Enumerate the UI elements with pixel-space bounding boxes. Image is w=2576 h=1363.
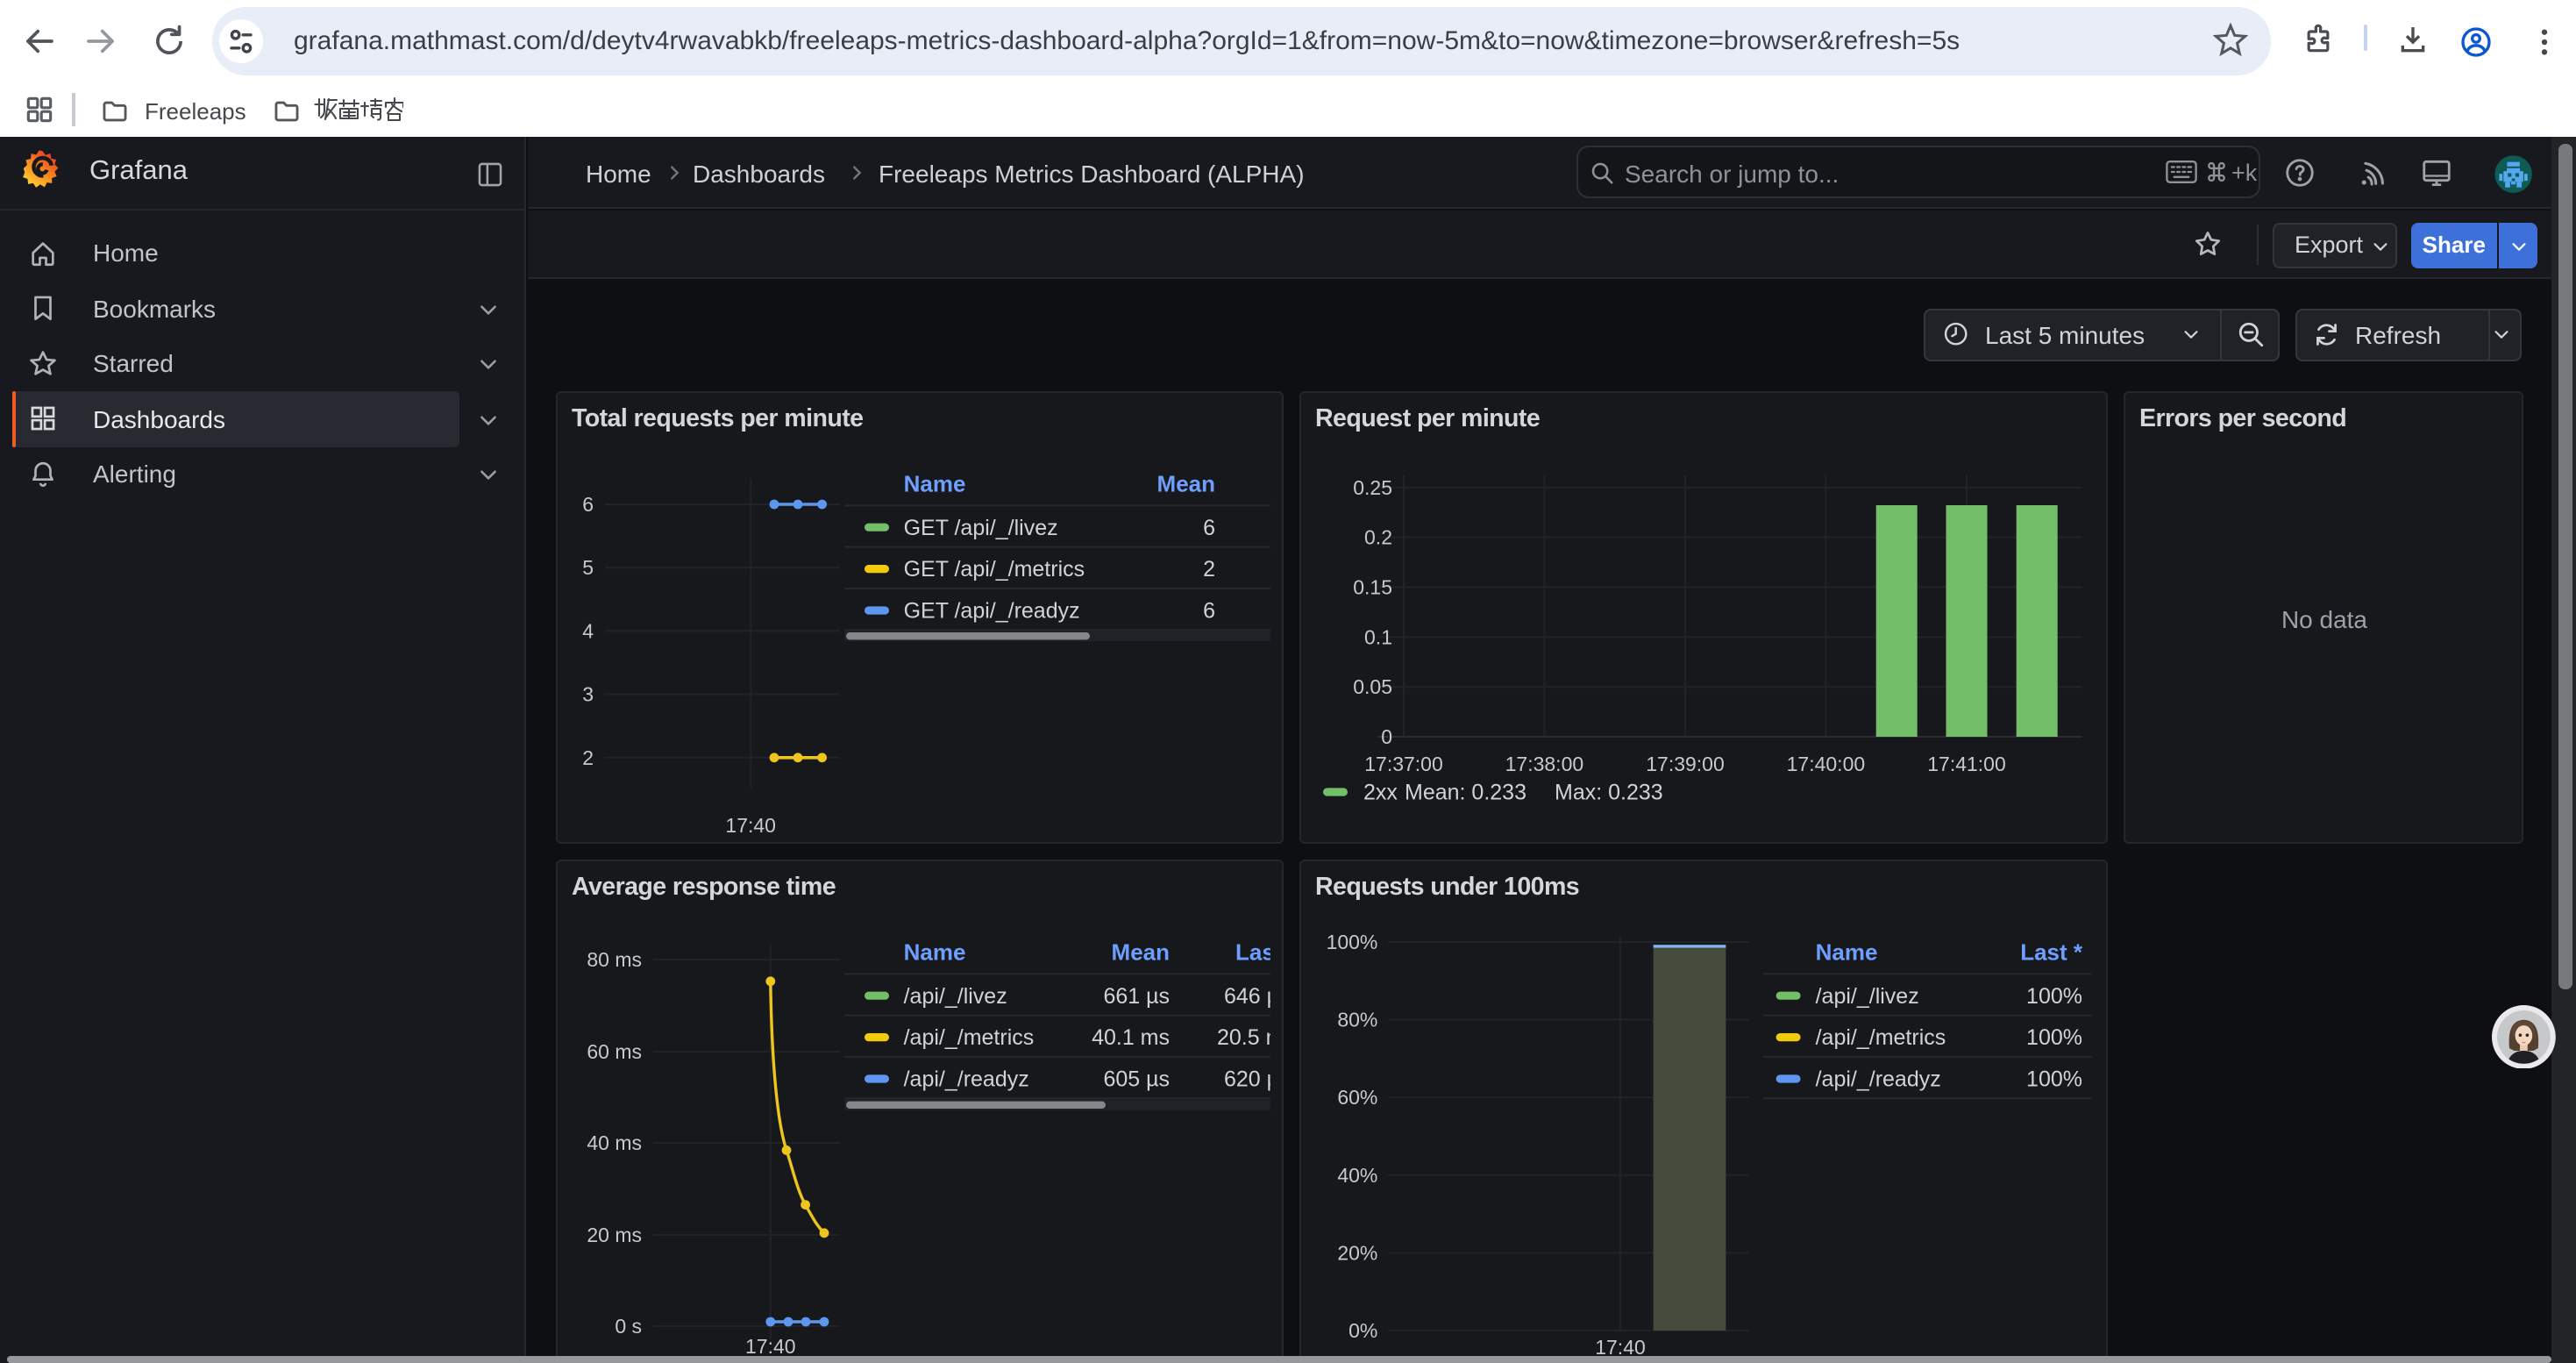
svg-text:5: 5 (581, 556, 593, 579)
svg-text:Mean: 0.233: Mean: 0.233 (1404, 781, 1526, 805)
svg-text:Last *: Last * (1235, 938, 1284, 964)
svg-text:80%: 80% (1336, 1008, 1377, 1031)
svg-text:17:39:00: 17:39:00 (1645, 753, 1724, 775)
svg-text:6: 6 (1202, 599, 1214, 624)
svg-text:80 ms: 80 ms (586, 947, 641, 970)
svg-text:0%: 0% (1348, 1318, 1377, 1341)
svg-text:4: 4 (581, 619, 593, 642)
svg-text:Last *: Last * (2019, 938, 2082, 964)
svg-text:2: 2 (1202, 557, 1214, 582)
svg-text:0.1: 0.1 (1363, 625, 1391, 648)
svg-text:60%: 60% (1336, 1085, 1377, 1108)
svg-text:0.05: 0.05 (1352, 675, 1391, 698)
svg-text:100%: 100% (1326, 930, 1377, 953)
svg-text:605 µs: 605 µs (1102, 1067, 1169, 1091)
svg-text:GET /api/_/livez: GET /api/_/livez (903, 516, 1057, 540)
svg-text:20 ms: 20 ms (586, 1223, 641, 1245)
svg-text:17:41:00: 17:41:00 (1926, 753, 2005, 775)
svg-text:0: 0 (1380, 725, 1391, 748)
svg-text:20.5 ms: 20.5 ms (1216, 1024, 1284, 1049)
svg-text:0 s: 0 s (614, 1314, 641, 1337)
svg-text:6: 6 (581, 493, 593, 516)
svg-text:Name: Name (903, 938, 965, 964)
svg-text:2xx: 2xx (1363, 781, 1397, 805)
svg-text:17:40: 17:40 (724, 814, 775, 837)
svg-text:GET /api/_/readyz: GET /api/_/readyz (903, 599, 1079, 624)
svg-text:17:40: 17:40 (1594, 1335, 1645, 1358)
svg-text:Max: 0.233: Max: 0.233 (1554, 781, 1662, 805)
svg-text:0.25: 0.25 (1352, 476, 1391, 499)
svg-text:17:40: 17:40 (744, 1334, 795, 1357)
svg-text:40.1 ms: 40.1 ms (1091, 1024, 1169, 1049)
svg-text:/api/_/metrics: /api/_/metrics (1815, 1024, 1946, 1049)
svg-text:Name: Name (903, 470, 965, 496)
svg-text:6: 6 (1202, 516, 1214, 540)
svg-text:0.15: 0.15 (1352, 575, 1391, 598)
svg-text:40 ms: 40 ms (586, 1131, 641, 1153)
svg-text:100%: 100% (2025, 1067, 2081, 1091)
svg-text:/api/_/livez: /api/_/livez (1815, 983, 1918, 1008)
svg-text:GET /api/_/metrics: GET /api/_/metrics (903, 557, 1085, 582)
svg-text:Mean: Mean (1111, 938, 1169, 964)
svg-text:Mean: Mean (1156, 470, 1214, 496)
svg-text:17:37:00: 17:37:00 (1363, 753, 1442, 775)
svg-text:17:38:00: 17:38:00 (1505, 753, 1583, 775)
svg-text:/api/_/livez: /api/_/livez (903, 983, 1007, 1008)
svg-text:/api/_/metrics: /api/_/metrics (903, 1024, 1034, 1049)
svg-text:Name: Name (1815, 938, 1877, 964)
svg-text:20%: 20% (1336, 1240, 1377, 1263)
svg-text:60 ms: 60 ms (586, 1039, 641, 1062)
svg-text:646 µs: 646 µs (1223, 983, 1284, 1008)
svg-text:/api/_/readyz: /api/_/readyz (1815, 1067, 1940, 1091)
svg-text:661 µs: 661 µs (1102, 983, 1169, 1008)
svg-text:100%: 100% (2025, 1024, 2081, 1049)
svg-text:100%: 100% (2025, 983, 2081, 1008)
svg-text:40%: 40% (1336, 1163, 1377, 1186)
svg-text:0.2: 0.2 (1363, 526, 1391, 549)
svg-text:2: 2 (581, 746, 593, 769)
svg-text:3: 3 (581, 683, 593, 706)
svg-text:/api/_/readyz: /api/_/readyz (903, 1067, 1028, 1091)
svg-text:620 µs: 620 µs (1223, 1067, 1284, 1091)
svg-text:17:40:00: 17:40:00 (1786, 753, 1865, 775)
